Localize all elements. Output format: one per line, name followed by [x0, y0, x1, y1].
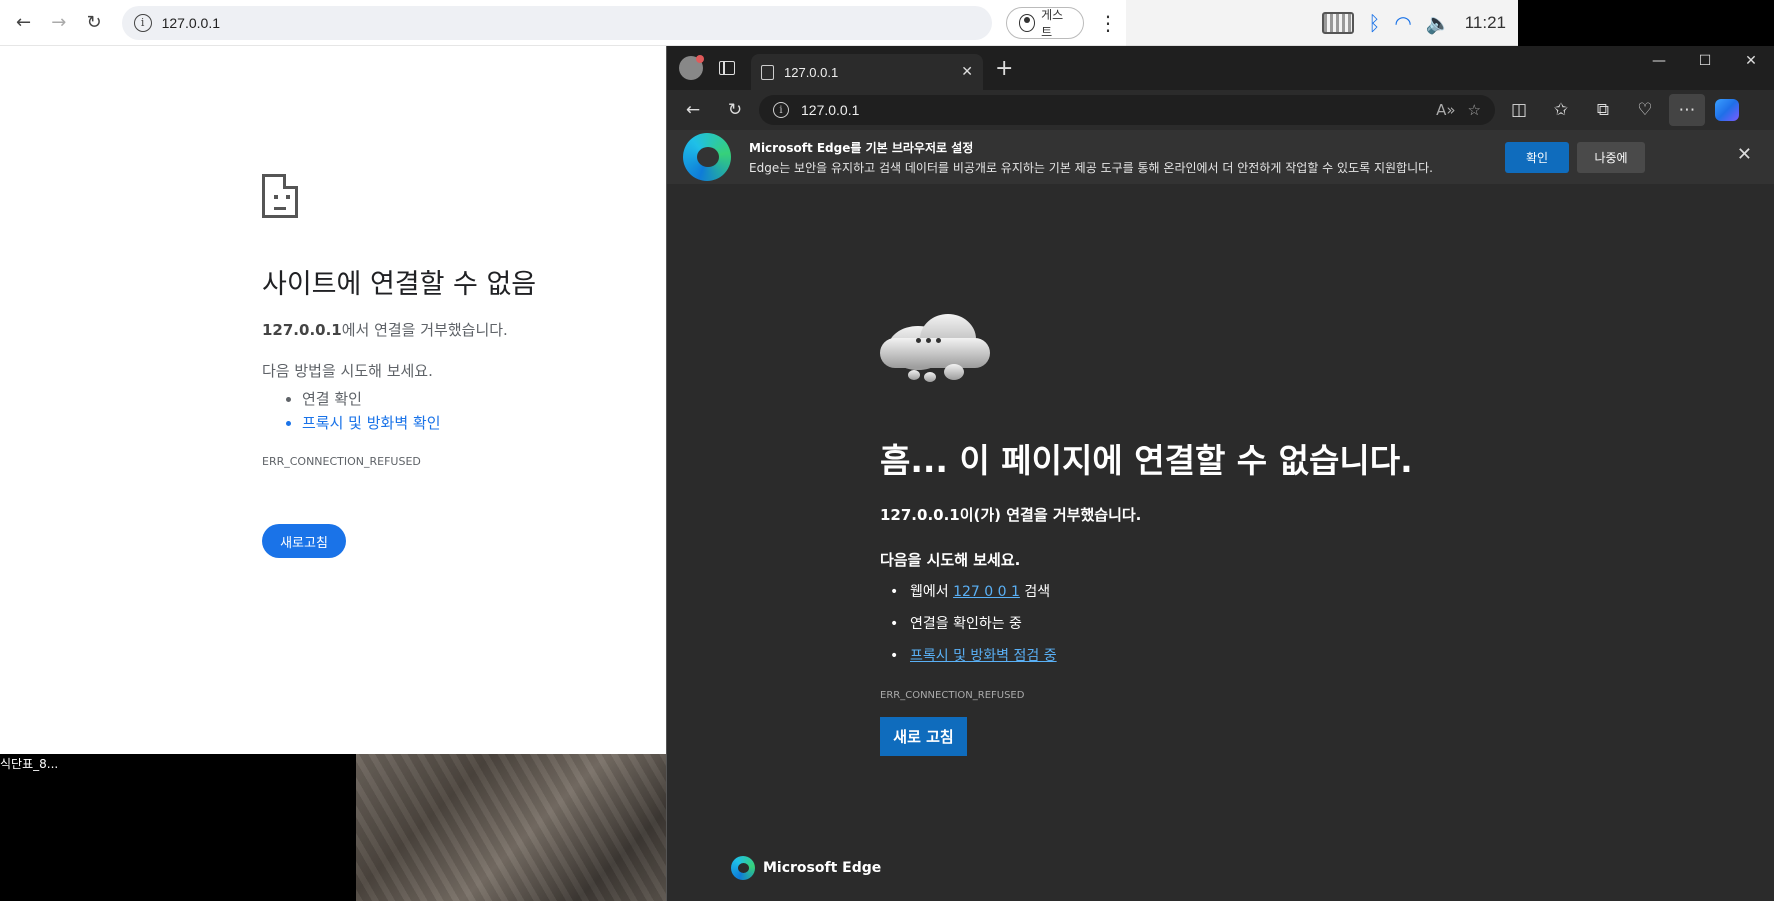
favorite-star-icon[interactable]: ☆ — [1468, 101, 1481, 119]
keyboard-icon[interactable] — [1322, 11, 1355, 34]
reload-icon[interactable]: ↻ — [78, 6, 109, 40]
edge-toolbar: ← ↻ i 127.0.0.1 A» ☆ ◫ ✩ ⧉ ♡ ⋯ — [667, 90, 1774, 130]
cloud-puff — [924, 372, 936, 382]
edge-tab[interactable]: 127.0.0.1 ✕ — [751, 54, 983, 90]
sad-doc-eye — [274, 195, 278, 199]
chrome-url[interactable]: 127.0.0.1 — [162, 15, 220, 31]
back-icon[interactable]: ← — [8, 6, 39, 40]
sad-doc-eye — [286, 195, 290, 199]
search-web-link[interactable]: 127 0 0 1 — [953, 584, 1020, 600]
cloud-dots — [916, 338, 941, 343]
tab-actions-icon[interactable] — [719, 61, 735, 75]
edge-logo-icon — [683, 133, 731, 181]
back-icon[interactable]: ← — [675, 94, 711, 126]
chrome-try-label: 다음 방법을 시도해 보세요. — [262, 362, 433, 380]
new-tab-icon[interactable]: + — [995, 56, 1013, 81]
edge-footer-brand: Microsoft Edge — [763, 860, 882, 876]
favorites-icon[interactable]: ✩ — [1543, 94, 1579, 126]
edge-error-code: ERR_CONNECTION_REFUSED — [880, 690, 1025, 701]
edge-window: 127.0.0.1 ✕ + — ☐ ✕ ← ↻ i 127.0.0.1 A» ☆… — [666, 46, 1774, 901]
banner-confirm-button[interactable]: 확인 — [1505, 142, 1569, 173]
volume-icon[interactable]: 🔈 — [1426, 11, 1451, 35]
chrome-error-desc-suffix: 에서 연결을 거부했습니다. — [341, 321, 508, 339]
cloud-puff — [908, 370, 920, 380]
banner-title: Microsoft Edge를 기본 브라우저로 설정 — [749, 140, 974, 155]
site-info-icon[interactable]: i — [133, 13, 152, 32]
edge-try-label: 다음을 시도해 보세요. — [880, 551, 1021, 569]
guest-label: 게스트 — [1041, 7, 1064, 39]
suggestion-search-web: 웹에서 127 0 0 1 검색 — [880, 582, 1413, 614]
banner-text: Microsoft Edge를 기본 브라우저로 설정 Edge는 보안을 유지… — [749, 139, 1433, 176]
desktop-file-label[interactable]: 식단표_8... — [0, 755, 58, 772]
edge-profile-icon[interactable] — [679, 55, 704, 80]
split-screen-icon[interactable]: ◫ — [1501, 94, 1537, 126]
browser-essentials-icon[interactable]: ♡ — [1627, 94, 1663, 126]
edge-error-title: 흠... 이 페이지에 연결할 수 없습니다. — [880, 441, 1413, 480]
suggestion-proxy-firewall-link[interactable]: 프록시 및 방화벽 확인 — [302, 411, 536, 435]
edge-tab-title: 127.0.0.1 — [784, 64, 839, 80]
close-window-icon[interactable]: ✕ — [1728, 46, 1774, 76]
chrome-error-page: 사이트에 연결할 수 없음 127.0.0.1에서 연결을 거부했습니다. 다음… — [262, 174, 536, 558]
copilot-icon[interactable] — [1715, 99, 1739, 121]
edge-titlebar: 127.0.0.1 ✕ + — ☐ ✕ — [667, 46, 1774, 90]
sad-document-icon — [262, 174, 298, 218]
banner-later-button[interactable]: 나중에 — [1577, 142, 1645, 173]
banner-close-icon[interactable]: ✕ — [1737, 144, 1752, 165]
refresh-icon[interactable]: ↻ — [717, 94, 753, 126]
tray-dark-area — [1518, 0, 1774, 46]
banner-body: Edge는 보안을 유지하고 검색 데이터를 비공개로 유지하는 기본 제공 도… — [749, 160, 1433, 175]
edge-url[interactable]: 127.0.0.1 — [801, 102, 1424, 118]
cloud-puff — [944, 364, 964, 380]
suggestion-check-connection: 연결 확인 — [302, 387, 536, 411]
wifi-icon[interactable]: ◠ — [1394, 11, 1411, 35]
sad-doc-mouth — [274, 207, 286, 211]
chrome-suggestion-list: 연결 확인 프록시 및 방화벽 확인 — [262, 387, 536, 435]
edge-address-bar[interactable]: i 127.0.0.1 A» ☆ — [759, 95, 1495, 125]
chrome-address-bar[interactable]: i 127.0.0.1 — [121, 5, 992, 40]
search-prefix: 웹에서 — [910, 584, 954, 600]
chrome-reload-button[interactable]: 새로고침 — [262, 524, 346, 558]
edge-suggestion-list: 웹에서 127 0 0 1 검색 연결을 확인하는 중 프록시 및 방화벽 점검… — [880, 582, 1413, 678]
default-browser-banner: Microsoft Edge를 기본 브라우저로 설정 Edge는 보안을 유지… — [667, 130, 1774, 184]
guest-profile-button[interactable]: 게스트 — [1005, 6, 1085, 39]
chrome-error-host: 127.0.0.1 — [262, 321, 342, 339]
suggestion-check-connection: 연결을 확인하는 중 — [880, 614, 1413, 646]
read-aloud-icon[interactable]: A» — [1436, 101, 1455, 119]
forward-icon[interactable]: → — [43, 6, 74, 40]
bluetooth-icon[interactable]: ᛒ — [1368, 11, 1380, 35]
site-info-icon[interactable]: i — [773, 102, 789, 118]
system-tray: ᛒ ◠ 🔈 11:21 — [1126, 0, 1518, 46]
collections-icon[interactable]: ⧉ — [1585, 94, 1621, 126]
settings-more-icon[interactable]: ⋯ — [1669, 94, 1705, 126]
chrome-error-title: 사이트에 연결할 수 없음 — [262, 269, 537, 300]
edge-footer: Microsoft Edge — [731, 856, 881, 880]
search-suffix: 검색 — [1019, 584, 1051, 600]
page-icon — [761, 64, 774, 80]
edge-error-description: 127.0.0.1이(가) 연결을 거부했습니다. — [880, 506, 1142, 524]
minimize-icon[interactable]: — — [1636, 46, 1682, 76]
chrome-menu-icon[interactable]: ⋮ — [1098, 11, 1118, 35]
edge-error-page: 흠... 이 페이지에 연결할 수 없습니다. 127.0.0.1이(가) 연결… — [880, 308, 1413, 756]
chrome-toolbar: ← → ↻ i 127.0.0.1 게스트 ⋮ — [0, 0, 1126, 46]
suggestion-proxy: 프록시 및 방화벽 점검 중 — [880, 646, 1413, 678]
edge-reload-button[interactable]: 새로 고침 — [880, 717, 967, 756]
profile-icon — [1018, 13, 1036, 32]
proxy-firewall-link[interactable]: 프록시 및 방화벽 점검 중 — [910, 648, 1057, 664]
wallpaper-image — [356, 754, 668, 901]
close-tab-icon[interactable]: ✕ — [961, 64, 973, 80]
clock[interactable]: 11:21 — [1465, 13, 1506, 33]
chrome-error-code: ERR_CONNECTION_REFUSED — [262, 455, 421, 468]
maximize-icon[interactable]: ☐ — [1682, 46, 1728, 76]
edge-logo-icon — [731, 856, 755, 880]
chrome-error-description: 127.0.0.1에서 연결을 거부했습니다. — [262, 319, 536, 340]
thinking-cloud-icon — [880, 308, 990, 388]
window-controls: — ☐ ✕ — [1636, 46, 1774, 76]
